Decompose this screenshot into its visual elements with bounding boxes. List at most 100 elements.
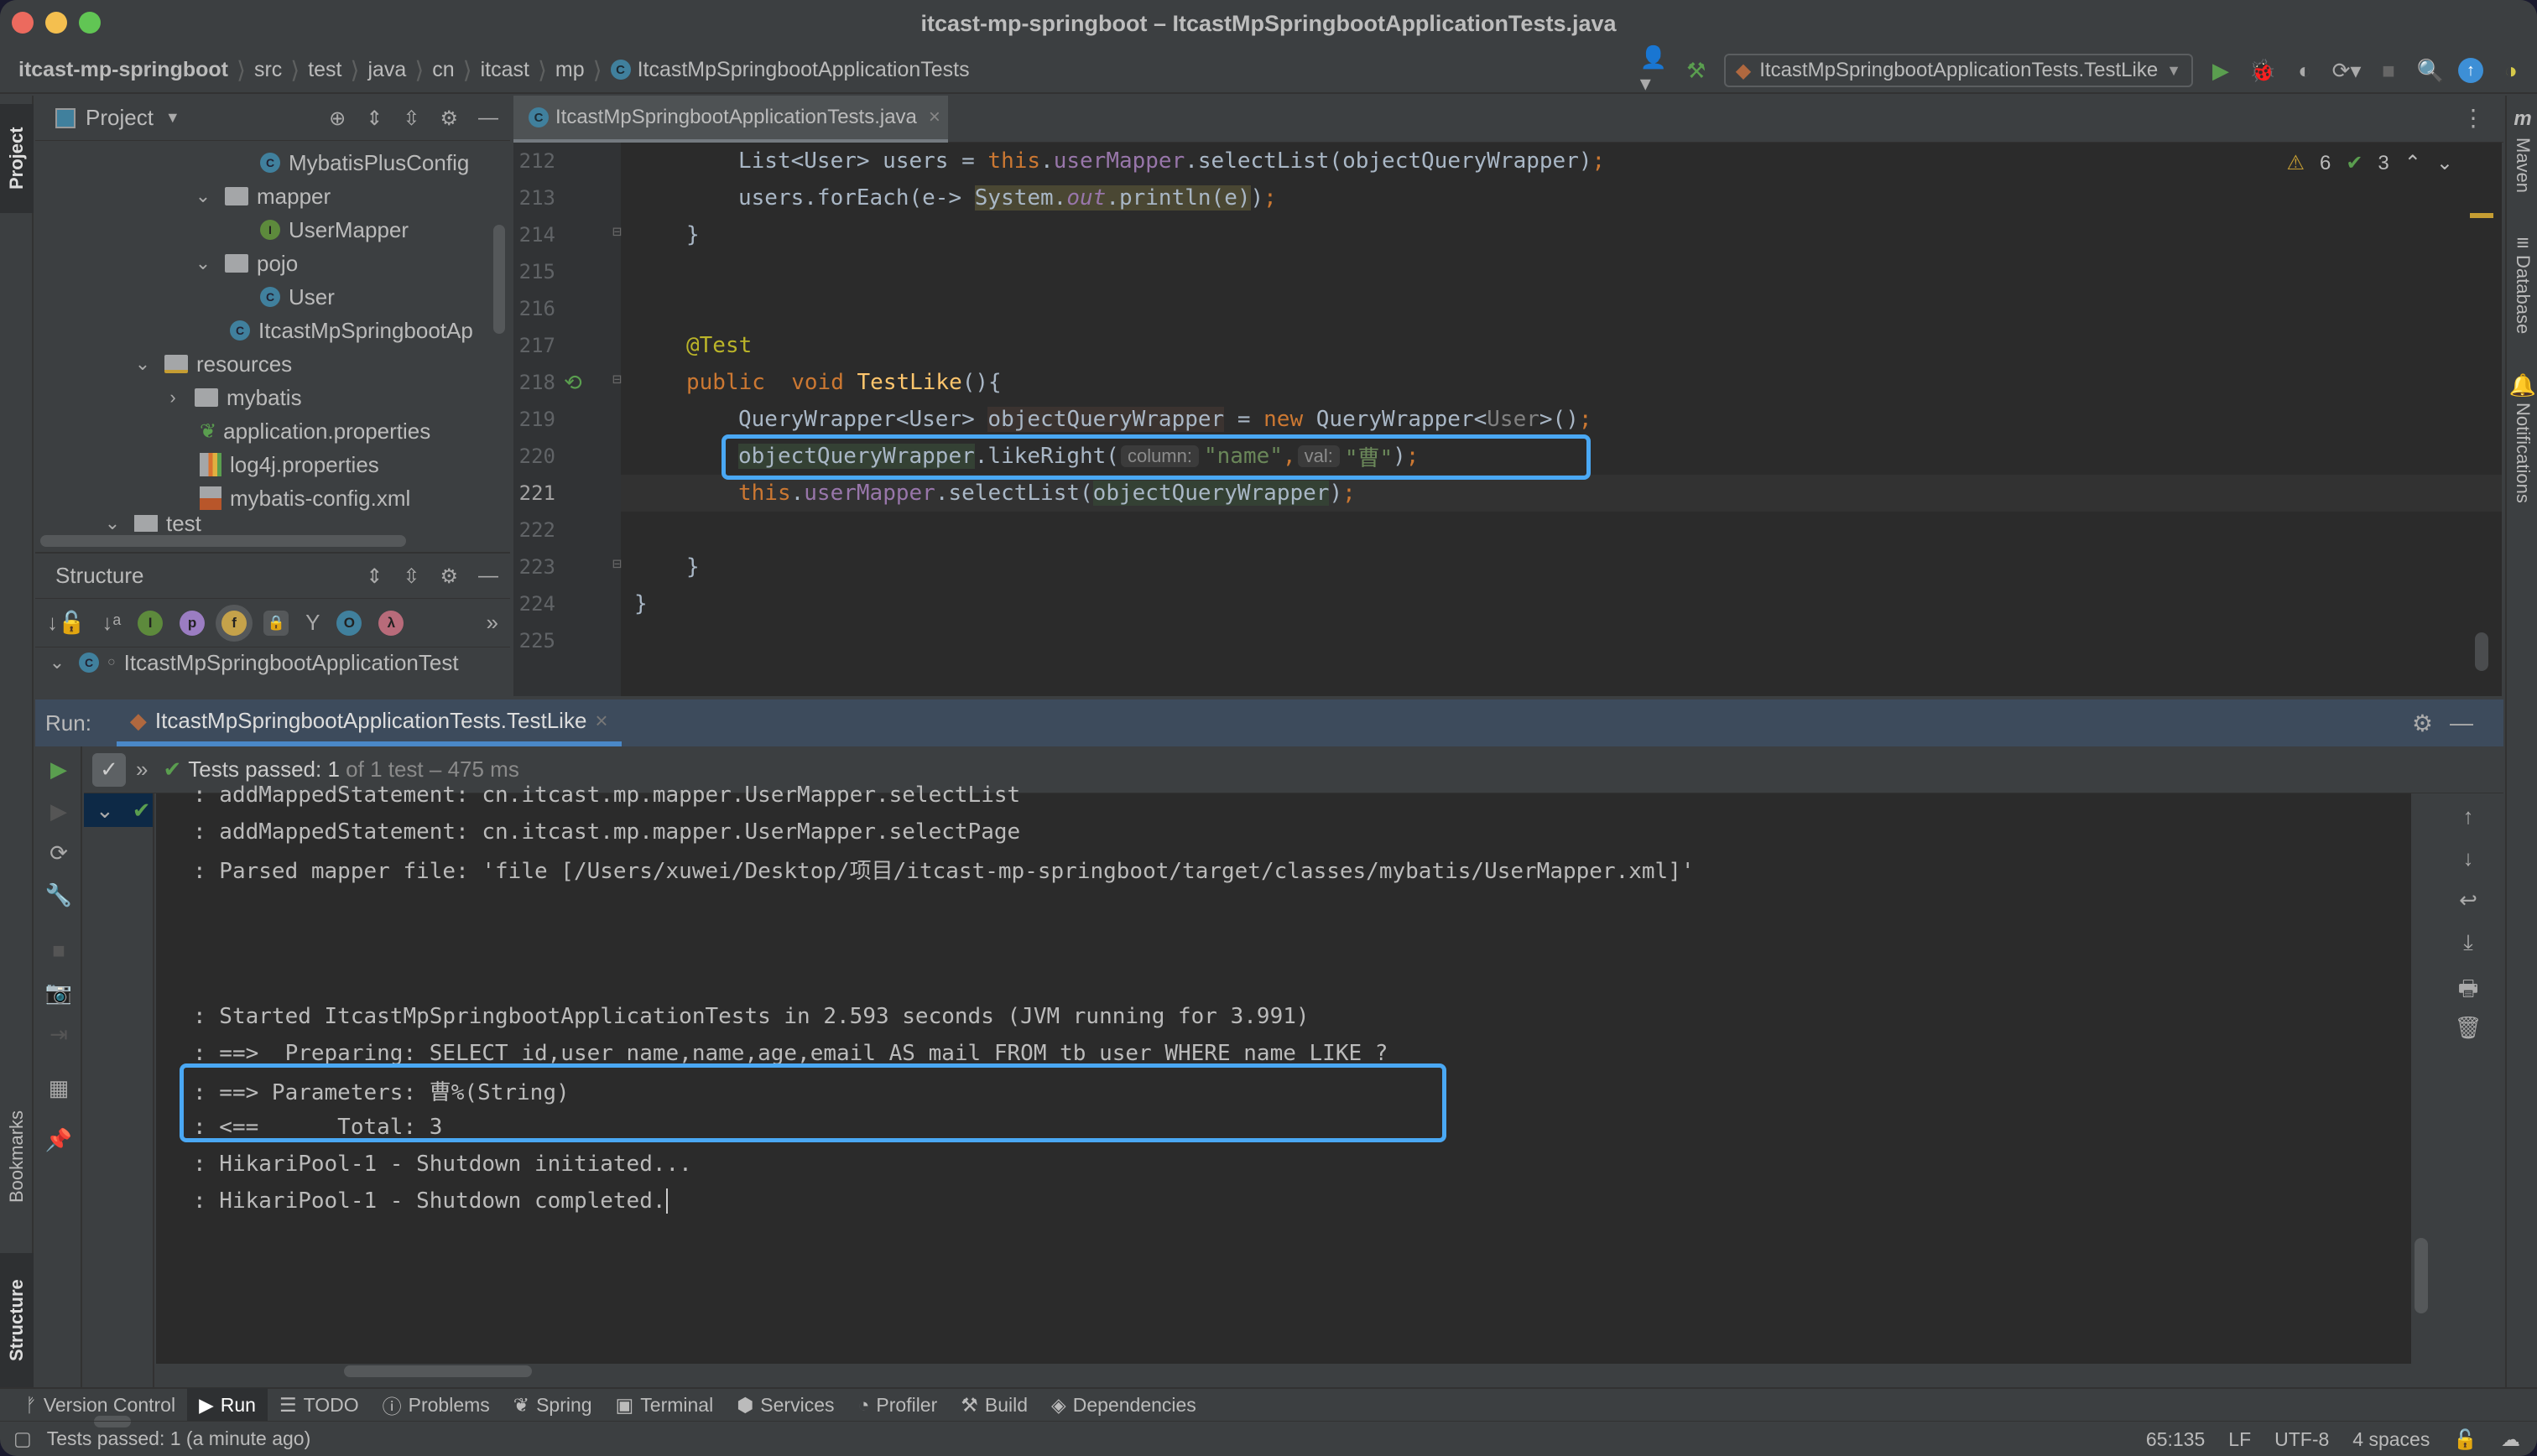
show-lambda-icon[interactable]: λ bbox=[378, 610, 404, 636]
tab-problems[interactable]: ⓘ Problems bbox=[371, 1388, 502, 1422]
tab-version-control[interactable]: ᚠ Version Control bbox=[13, 1388, 187, 1422]
console-horizontal-scrollbar[interactable] bbox=[344, 1365, 532, 1377]
fold-icon[interactable]: ⊟ bbox=[612, 555, 622, 573]
breadcrumb-class[interactable]: C ItcastMpSpringbootApplicationTests bbox=[602, 58, 978, 82]
debug-icon[interactable]: 🐞 bbox=[2248, 56, 2277, 85]
tree-item-mybatis[interactable]: › mybatis bbox=[164, 381, 301, 414]
editor-tab-active[interactable]: C ItcastMpSpringbootApplicationTests.jav… bbox=[513, 96, 948, 143]
breadcrumb-src[interactable]: src bbox=[246, 58, 290, 82]
file-encoding[interactable]: UTF-8 bbox=[2274, 1428, 2329, 1451]
more-icon[interactable]: » bbox=[136, 757, 148, 783]
chevron-right-icon[interactable]: › bbox=[164, 387, 181, 408]
tab-todo[interactable]: ☰ TODO bbox=[268, 1388, 371, 1422]
unlock-icon[interactable]: 🔓 bbox=[2453, 1428, 2477, 1451]
camera-icon[interactable]: 📷 bbox=[35, 980, 82, 1006]
chevron-down-icon[interactable]: ⌄ bbox=[96, 798, 114, 824]
breadcrumb-cn[interactable]: cn bbox=[424, 58, 462, 82]
user-icon[interactable]: 👤▾ bbox=[1640, 44, 1669, 96]
test-root-node[interactable]: ⌄ ✔ bbox=[84, 793, 153, 827]
code-editor[interactable]: 212 213 214 215 216 217 218 219 220 221 … bbox=[513, 143, 2503, 696]
inspection-widget[interactable]: ⚠ 6 ✔ 3 ⌃ ⌄ bbox=[2286, 151, 2453, 175]
breadcrumb-project[interactable]: itcast-mp-springboot bbox=[18, 58, 237, 82]
more-icon[interactable]: » bbox=[487, 610, 498, 636]
project-vertical-scrollbar[interactable] bbox=[493, 225, 505, 334]
project-tool-tab[interactable]: Project bbox=[0, 104, 34, 213]
rerun-icon[interactable]: ▶ bbox=[35, 757, 82, 783]
rerun-failed-icon[interactable]: ▶ bbox=[35, 798, 82, 824]
collapse-all-icon[interactable]: ⇳ bbox=[403, 564, 419, 589]
show-non-public-icon[interactable]: 🔒 bbox=[263, 610, 289, 636]
toggle-tool-windows-icon[interactable]: ▢ bbox=[13, 1427, 32, 1450]
close-tab-icon[interactable]: × bbox=[929, 106, 940, 129]
tree-item-mybatis-config[interactable]: mybatis-config.xml bbox=[200, 481, 410, 515]
structure-tool-tab[interactable]: Structure bbox=[0, 1253, 34, 1387]
show-passed-toggle[interactable]: ✓ bbox=[92, 752, 126, 787]
expand-all-icon[interactable]: ⇕ bbox=[366, 564, 383, 589]
zoom-window-button[interactable] bbox=[79, 12, 101, 34]
tree-item-application[interactable]: C ItcastMpSpringbootAp bbox=[230, 314, 473, 347]
tab-run[interactable]: ▶ Run bbox=[187, 1388, 268, 1422]
sort-alphabetically-icon[interactable]: ↓ᵃ bbox=[102, 610, 121, 636]
tab-dependencies[interactable]: ◈ Dependencies bbox=[1039, 1388, 1208, 1422]
breadcrumb-java[interactable]: java bbox=[359, 58, 414, 82]
tab-services[interactable]: ⬢ Services bbox=[725, 1388, 846, 1422]
hide-icon[interactable]: — bbox=[478, 107, 498, 130]
build-hammer-icon[interactable]: ⚒ bbox=[1682, 56, 1711, 85]
stop-icon[interactable]: ■ bbox=[2374, 56, 2403, 85]
chevron-down-icon[interactable]: ⌄ bbox=[134, 353, 151, 375]
hide-icon[interactable]: — bbox=[2450, 710, 2473, 736]
tab-build[interactable]: ⚒ Build bbox=[949, 1388, 1039, 1422]
chevron-down-icon[interactable]: ▼ bbox=[165, 109, 180, 127]
tree-item-usermapper[interactable]: I UserMapper bbox=[260, 213, 409, 247]
project-horizontal-scrollbar[interactable] bbox=[40, 535, 406, 547]
collapse-all-icon[interactable]: ⇳ bbox=[403, 107, 419, 131]
tab-spring[interactable]: ❦ Spring bbox=[502, 1388, 604, 1422]
chevron-down-icon[interactable]: ⌄ bbox=[195, 252, 211, 274]
expand-all-icon[interactable]: ⇕ bbox=[366, 107, 383, 131]
error-stripe-marker[interactable] bbox=[2470, 213, 2493, 218]
show-lambdas-tree-icon[interactable]: Y bbox=[305, 610, 320, 636]
close-window-button[interactable] bbox=[12, 12, 34, 34]
tree-item-test[interactable]: ⌄ test bbox=[104, 515, 201, 532]
chevron-down-icon[interactable]: ⌄ bbox=[49, 652, 65, 673]
tree-item-application-properties[interactable]: ❦ application.properties bbox=[200, 414, 430, 448]
tree-item-mybatisplusconfig[interactable]: C MybatisPlusConfig bbox=[260, 146, 469, 179]
console-vertical-scrollbar[interactable] bbox=[2415, 1238, 2428, 1313]
tree-item-mapper[interactable]: ⌄ mapper bbox=[195, 179, 331, 213]
print-icon[interactable]: 🖶 bbox=[2433, 973, 2503, 1010]
gear-icon[interactable]: ⚙ bbox=[440, 564, 458, 589]
tree-item-log4j-properties[interactable]: log4j.properties bbox=[200, 448, 379, 481]
run-tab[interactable]: ◆ ItcastMpSpringbootApplicationTests.Tes… bbox=[116, 699, 622, 746]
maven-tool-tab[interactable]: Maven bbox=[2507, 138, 2537, 193]
breadcrumb-itcast[interactable]: itcast bbox=[472, 58, 538, 82]
gear-icon[interactable]: ⚙ bbox=[440, 107, 458, 131]
fold-icon[interactable]: ⊟ bbox=[612, 223, 622, 241]
soft-wrap-icon[interactable]: ↩ bbox=[2433, 887, 2503, 913]
hide-icon[interactable]: — bbox=[478, 564, 498, 588]
trash-icon[interactable]: 🗑 bbox=[2433, 1015, 2503, 1041]
up-arrow-icon[interactable]: ↑ bbox=[2433, 803, 2503, 829]
layout-icon[interactable]: ▦ bbox=[35, 1075, 82, 1101]
jetbrains-icon[interactable]: ◑ bbox=[2497, 56, 2525, 85]
tree-item-user[interactable]: C User bbox=[260, 280, 335, 314]
help-cloud-icon[interactable]: ☁ bbox=[2501, 1428, 2520, 1451]
notifications-tool-tab[interactable]: Notifications bbox=[2507, 403, 2537, 503]
bookmarks-tool-tab[interactable]: Bookmarks bbox=[0, 1085, 34, 1228]
tab-profiler[interactable]: ◔ Profiler bbox=[847, 1388, 950, 1422]
show-properties-icon[interactable]: p bbox=[180, 610, 206, 636]
close-tab-icon[interactable]: × bbox=[595, 708, 607, 734]
tree-item-resources[interactable]: ⌄ resources bbox=[134, 347, 292, 381]
database-tool-tab[interactable]: Database bbox=[2507, 255, 2537, 334]
status-message[interactable]: Tests passed: 1 (a minute ago) bbox=[47, 1427, 311, 1450]
indent-setting[interactable]: 4 spaces bbox=[2352, 1428, 2430, 1451]
chevron-down-icon[interactable]: ⌄ bbox=[104, 515, 121, 532]
structure-root-item[interactable]: ⌄ C ○ ItcastMpSpringbootApplicationTest bbox=[35, 647, 510, 678]
caret-position[interactable]: 65:135 bbox=[2146, 1428, 2205, 1451]
sort-by-visibility-icon[interactable]: ↓🔓 bbox=[47, 610, 85, 636]
update-icon[interactable]: ↑ bbox=[2458, 58, 2483, 83]
editor-vertical-scrollbar[interactable] bbox=[2475, 632, 2488, 671]
show-fields-icon[interactable]: f bbox=[221, 610, 247, 636]
search-icon[interactable]: 🔍 bbox=[2416, 56, 2445, 85]
coverage-icon[interactable]: ◐ bbox=[2290, 56, 2319, 85]
locate-icon[interactable]: ⊕ bbox=[329, 107, 346, 131]
